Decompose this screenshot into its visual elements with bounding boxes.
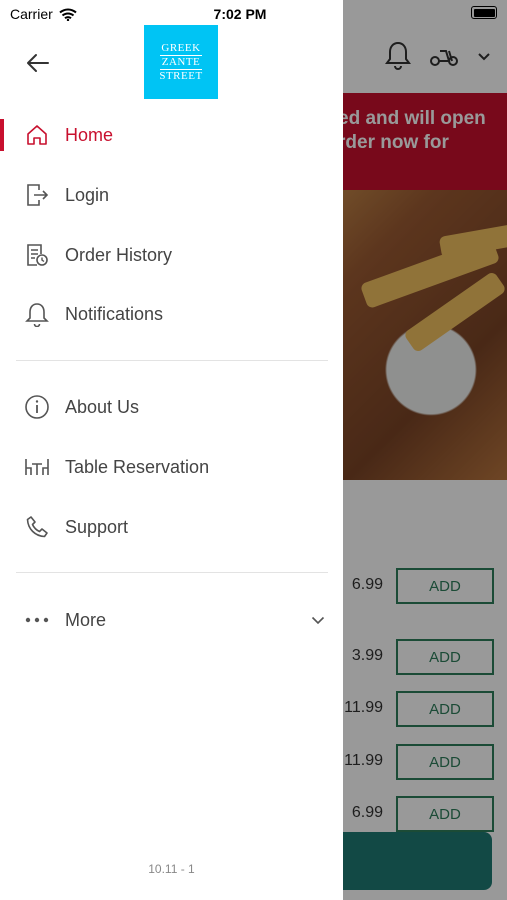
nav-item-home[interactable]: Home	[0, 107, 343, 163]
menu-divider	[16, 572, 328, 573]
logo-line-2: ZANTE	[159, 54, 203, 70]
nav-item-notifications[interactable]: Notifications	[0, 286, 343, 342]
status-bar: Carrier 7:02 PM	[0, 0, 507, 28]
nav-label-home: Home	[65, 124, 114, 145]
logo-line-1: GREEK	[161, 41, 201, 54]
nav-item-support[interactable]: Support	[0, 499, 343, 555]
nav-item-order-history[interactable]: Order History	[0, 227, 343, 283]
nav-label-support: Support	[65, 516, 129, 537]
phone-icon	[24, 514, 50, 540]
table-reservation-icon	[24, 454, 50, 480]
arrow-left-icon	[27, 54, 49, 72]
active-indicator	[0, 119, 4, 151]
bell-icon	[24, 301, 50, 327]
app-version: 10.11 - 1	[148, 862, 195, 876]
nav-item-table-reservation[interactable]: Table Reservation	[0, 439, 343, 495]
login-icon	[24, 182, 50, 208]
more-dots-icon	[24, 607, 50, 633]
nav-item-more[interactable]: More	[0, 592, 343, 648]
nav-label-notifications: Notifications	[65, 303, 164, 324]
nav-item-about-us[interactable]: About Us	[0, 379, 343, 435]
brand-logo: GREEK ZANTE STREET	[144, 25, 218, 99]
nav-label-order-history: Order History	[65, 244, 173, 265]
chevron-down-icon	[311, 613, 325, 627]
back-button[interactable]	[24, 51, 52, 75]
order-history-icon	[24, 242, 50, 268]
menu-divider	[16, 360, 328, 361]
battery-icon	[471, 6, 497, 19]
info-icon	[24, 394, 50, 420]
nav-label-login: Login	[65, 184, 110, 205]
nav-label-about-us: About Us	[65, 396, 140, 417]
nav-label-table-reservation: Table Reservation	[65, 456, 210, 477]
status-time: 7:02 PM	[213, 6, 267, 22]
nav-label-more: More	[65, 609, 107, 630]
home-icon	[24, 122, 50, 148]
side-drawer: GREEK ZANTE STREET Home Login Order Hist…	[0, 0, 343, 900]
nav-item-login[interactable]: Login	[0, 167, 343, 223]
drawer-header: GREEK ZANTE STREET	[0, 25, 343, 99]
logo-line-3: STREET	[159, 69, 203, 82]
